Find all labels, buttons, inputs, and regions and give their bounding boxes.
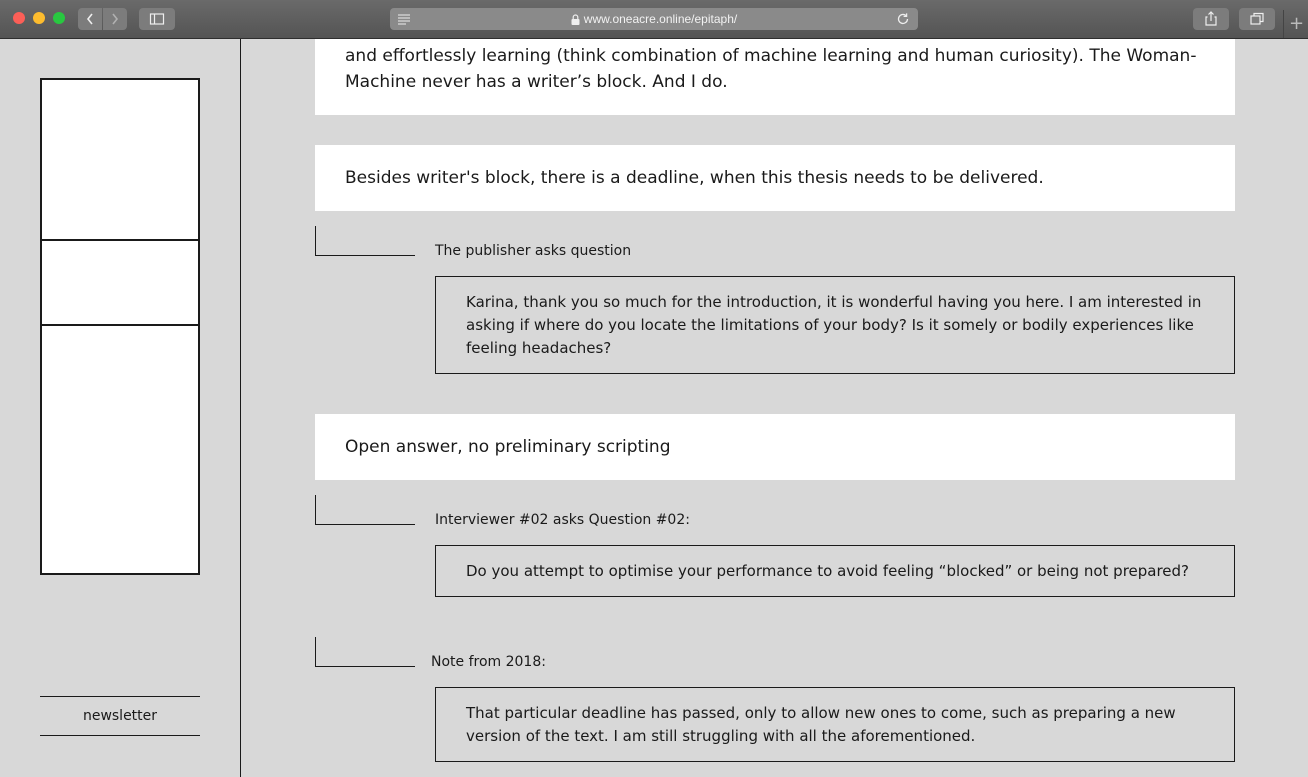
note-box: That particular deadline has passed, onl… — [435, 687, 1235, 762]
open-answer-text: Open answer, no preliminary scripting — [345, 437, 671, 457]
bracket-connector — [315, 495, 415, 525]
interviewer-question-box: Do you attempt to optimise your performa… — [435, 545, 1235, 597]
address-bar[interactable]: www.oneacre.online/epitaph/ — [390, 8, 918, 30]
publisher-question-box: Karina, thank you so much for the introd… — [435, 276, 1235, 374]
intro-text-card: and effortlessly learning (think combina… — [315, 39, 1235, 115]
interviewer-question-text: Do you attempt to optimise your performa… — [466, 562, 1190, 580]
image-frame-2[interactable] — [40, 239, 200, 326]
publisher-label: The publisher asks question — [435, 243, 632, 259]
show-sidebar-button[interactable] — [139, 8, 175, 30]
url-text: www.oneacre.online/epitaph/ — [583, 12, 738, 26]
minimize-window-button[interactable] — [33, 12, 45, 24]
new-tab-button[interactable]: + — [1283, 10, 1308, 38]
zoom-window-button[interactable] — [53, 12, 65, 24]
back-button[interactable] — [78, 8, 102, 30]
tabs-icon — [1250, 12, 1264, 25]
share-button[interactable] — [1193, 8, 1229, 30]
plus-icon: + — [1288, 13, 1305, 34]
statement-text: Besides writer's block, there is a deadl… — [345, 168, 1044, 188]
image-frame-1[interactable] — [40, 78, 200, 241]
bracket-connector — [315, 637, 415, 667]
forward-button[interactable] — [103, 8, 127, 30]
close-window-button[interactable] — [13, 12, 25, 24]
bracket-connector — [315, 226, 415, 256]
newsletter-link[interactable]: newsletter — [40, 696, 200, 736]
statement-card: Besides writer's block, there is a deadl… — [315, 145, 1235, 211]
chevron-left-icon — [86, 13, 93, 25]
open-answer-card: Open answer, no preliminary scripting — [315, 414, 1235, 480]
url-field[interactable]: www.oneacre.online/epitaph/ — [390, 8, 918, 30]
publisher-question-text: Karina, thank you so much for the introd… — [466, 293, 1202, 357]
interviewer-label: Interviewer #02 asks Question #02: — [435, 512, 690, 528]
lock-icon — [571, 14, 580, 26]
page-viewport: newsletter and effortlessly learning (th… — [4, 39, 1308, 777]
image-frame-3[interactable] — [40, 324, 200, 575]
share-icon — [1205, 11, 1217, 26]
intro-text: and effortlessly learning (think combina… — [345, 46, 1197, 92]
browser-toolbar: www.oneacre.online/epitaph/ + — [0, 0, 1308, 39]
note-label: Note from 2018: — [431, 654, 546, 670]
show-all-tabs-button[interactable] — [1239, 8, 1275, 30]
sidebar-icon — [149, 13, 165, 25]
reload-icon[interactable] — [896, 11, 910, 27]
sidebar-divider — [240, 39, 241, 777]
chevron-right-icon — [112, 13, 119, 25]
note-text: That particular deadline has passed, onl… — [466, 704, 1176, 745]
